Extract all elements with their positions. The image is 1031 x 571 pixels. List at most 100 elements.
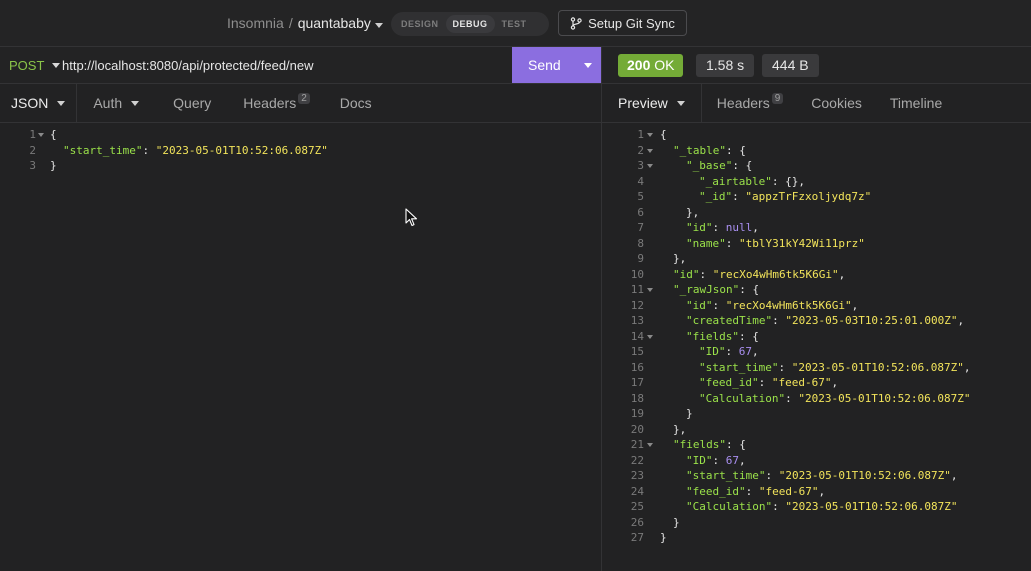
fold-arrow-icon[interactable] bbox=[647, 148, 653, 153]
fold-arrow-icon[interactable] bbox=[647, 288, 653, 292]
code-token: : bbox=[712, 298, 726, 312]
tab-auth[interactable]: Auth bbox=[77, 84, 155, 122]
code-token: : { bbox=[725, 143, 746, 157]
code-token: "feed-67" bbox=[758, 484, 819, 498]
method-label: POST bbox=[9, 58, 45, 73]
code-token: "start_time" bbox=[699, 360, 779, 374]
project-selector[interactable]: quantababy bbox=[298, 15, 383, 31]
response-size: 444 B bbox=[762, 54, 819, 77]
status-code: 200 bbox=[627, 57, 651, 73]
breadcrumb-separator: / bbox=[288, 15, 293, 31]
breadcrumb-app[interactable]: Insomnia bbox=[227, 15, 284, 31]
fold-arrow-icon[interactable] bbox=[647, 443, 653, 447]
code-token: "_table" bbox=[673, 143, 726, 157]
code-text: "feed_id": "feed-67", bbox=[686, 484, 825, 500]
code-token: : bbox=[765, 469, 779, 482]
line-number: 2 bbox=[29, 143, 36, 157]
code-token: , bbox=[957, 314, 965, 327]
code-token: , bbox=[752, 221, 759, 234]
code-token: : { bbox=[732, 159, 753, 172]
tab-label: Headers bbox=[243, 95, 297, 111]
chevron-down-icon bbox=[57, 100, 66, 106]
code-line: 3} bbox=[0, 158, 601, 174]
code-token: "_rawJson" bbox=[673, 283, 740, 296]
code-line: 4 "_airtable": {}, bbox=[602, 174, 1031, 190]
code-token: "start_time" bbox=[63, 143, 143, 157]
project-name: quantababy bbox=[297, 15, 371, 31]
mode-debug[interactable]: DEBUG bbox=[445, 15, 495, 33]
code-text: "_airtable": {}, bbox=[699, 174, 805, 190]
response-preview[interactable]: 1{2 "_table": {3 "_base": {4 "_airtable": {… bbox=[601, 123, 1031, 571]
code-token: : bbox=[778, 360, 792, 374]
code-line: 21 "fields": { bbox=[602, 437, 1031, 453]
code-token: "2023-05-01T10:52:06.087Z" bbox=[155, 143, 328, 157]
code-token: : bbox=[142, 143, 156, 157]
code-text: "Calculation": "2023-05-01T10:52:06.087Z… bbox=[686, 499, 958, 515]
mode-test[interactable]: TEST bbox=[495, 15, 534, 33]
response-tabs: Preview Headers 9 Cookies Timeline bbox=[601, 84, 1031, 123]
line-number: 14 bbox=[630, 329, 644, 343]
tab-cookies[interactable]: Cookies bbox=[797, 84, 876, 122]
tab-label: Auth bbox=[93, 95, 123, 111]
code-text: { bbox=[50, 127, 57, 143]
fold-arrow-icon[interactable] bbox=[647, 334, 653, 339]
code-token: "2023-05-01T10:52:06.087Z" bbox=[778, 469, 951, 482]
line-number: 15 bbox=[630, 345, 644, 358]
setup-git-sync-button[interactable]: Setup Git Sync bbox=[558, 10, 687, 36]
mode-switcher: DESIGN DEBUG TEST bbox=[391, 12, 549, 36]
mode-design[interactable]: DESIGN bbox=[394, 15, 446, 33]
code-token: : { bbox=[725, 438, 746, 451]
code-token: } bbox=[660, 531, 667, 544]
request-code-lines: 1{2 "start_time": "2023-05-01T10:52:06.08… bbox=[0, 127, 601, 174]
code-text: "id": "recXo4wHm6tk5K6Gi", bbox=[673, 267, 845, 283]
fold-arrow-icon[interactable] bbox=[38, 133, 44, 137]
url-input[interactable]: http://localhost:8080/api/protected/feed… bbox=[62, 58, 314, 73]
line-number: 16 bbox=[630, 360, 644, 374]
line-number: 13 bbox=[630, 314, 644, 327]
tab-body-json[interactable]: JSON bbox=[0, 84, 78, 122]
send-options-chevron-icon[interactable] bbox=[584, 63, 592, 68]
line-number: 1 bbox=[29, 128, 36, 141]
code-token: { bbox=[50, 128, 57, 141]
code-line: 1{ bbox=[0, 127, 601, 143]
send-button[interactable]: Send bbox=[512, 47, 601, 83]
code-line: 9}, bbox=[602, 251, 1031, 267]
line-number: 17 bbox=[630, 376, 644, 389]
line-number: 2 bbox=[637, 143, 644, 157]
request-body-editor[interactable]: 1{2 "start_time": "2023-05-01T10:52:06.08… bbox=[0, 123, 601, 571]
code-token: "2023-05-01T10:52:06.087Z" bbox=[791, 360, 964, 374]
tab-query[interactable]: Query bbox=[155, 84, 227, 122]
tab-preview[interactable]: Preview bbox=[602, 84, 702, 122]
tab-response-headers[interactable]: Headers 9 bbox=[702, 84, 797, 122]
code-line: 6}, bbox=[602, 205, 1031, 221]
code-token: , bbox=[950, 469, 958, 482]
fold-arrow-icon[interactable] bbox=[647, 164, 653, 168]
code-text: "id": null, bbox=[686, 220, 759, 236]
code-token: "id" bbox=[686, 221, 713, 234]
code-token: null bbox=[725, 221, 753, 234]
fold-arrow-icon[interactable] bbox=[647, 133, 653, 137]
method-selector[interactable]: POST bbox=[9, 58, 61, 73]
tab-headers[interactable]: Headers 2 bbox=[227, 84, 325, 122]
tab-docs[interactable]: Docs bbox=[326, 84, 388, 122]
code-text: }, bbox=[686, 205, 699, 221]
tab-timeline[interactable]: Timeline bbox=[876, 84, 956, 122]
code-text: } bbox=[673, 515, 680, 531]
code-text: "feed_id": "feed-67", bbox=[699, 375, 838, 391]
line-number: 3 bbox=[29, 159, 36, 172]
line-number: 26 bbox=[630, 515, 644, 529]
line-number: 5 bbox=[637, 190, 644, 203]
chevron-down-icon bbox=[52, 63, 61, 68]
chevron-down-icon bbox=[374, 23, 383, 28]
code-line: 12 "id": "recXo4wHm6tk5K6Gi", bbox=[602, 298, 1031, 314]
code-token: : {}, bbox=[771, 174, 805, 188]
code-token: "Calculation" bbox=[699, 391, 786, 405]
code-token: }, bbox=[686, 205, 700, 219]
status-text: OK bbox=[654, 57, 675, 73]
code-text: "_rawJson": { bbox=[673, 282, 759, 298]
line-number: 12 bbox=[630, 298, 644, 312]
code-line: 5 "_id": "appzTrFzxoljydq7z" bbox=[602, 189, 1031, 205]
code-token: "appzTrFzxoljydq7z" bbox=[745, 190, 872, 203]
headers-count-badge: 2 bbox=[298, 92, 310, 104]
line-number: 21 bbox=[630, 438, 644, 451]
